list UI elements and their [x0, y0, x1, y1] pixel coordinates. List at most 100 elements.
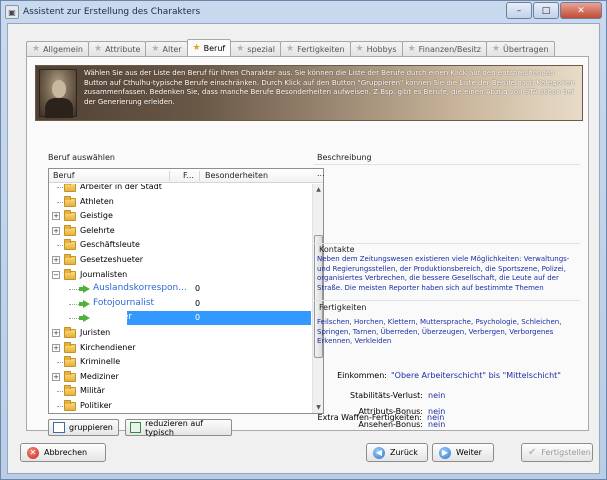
tab-allgemein[interactable]: ★ Allgemein — [26, 41, 90, 56]
folder-icon — [64, 356, 76, 368]
scroll-up-icon[interactable]: ▲ — [313, 184, 324, 195]
profession-arrow-icon — [79, 285, 90, 294]
reduce-button-label: reduzieren auf typisch — [145, 418, 204, 437]
tab-label: Finanzen/Besitz — [418, 44, 481, 54]
tree-profession-item[interactable]: Auslandskorrespon... 0 — [49, 282, 311, 297]
description-label: Beschreibung — [317, 153, 372, 162]
column-header-beruf[interactable]: Beruf — [53, 171, 75, 180]
profession-tree[interactable]: Beruf F... Besonderheiten Arbeiter in de… — [48, 168, 324, 414]
expand-icon[interactable]: + — [52, 256, 60, 264]
arrow-left-icon: ◀ — [373, 446, 385, 459]
tab-alter[interactable]: ★ Alter — [145, 41, 188, 56]
tree-item-label: Juristen — [80, 328, 111, 337]
tab-fertigkeiten[interactable]: ★ Fertigkeiten — [280, 41, 351, 56]
tree-item-label: Geistige — [80, 211, 113, 221]
tab-label: Hobbys — [366, 44, 397, 54]
tree-category-item[interactable]: + Juristen — [49, 326, 311, 341]
column-header-besonderheiten[interactable]: Besonderheiten — [205, 171, 268, 180]
tree-category-item[interactable]: + Mediziner — [49, 370, 311, 385]
folder-icon — [64, 268, 76, 280]
tab-label: Allgemein — [43, 44, 84, 54]
finish-button-label: Fertigstellen — [541, 448, 591, 457]
tree-item-label: Fotojournalist — [93, 297, 155, 308]
tree-category-item[interactable]: Militär — [49, 384, 311, 399]
expand-icon[interactable]: + — [52, 343, 60, 352]
folder-icon — [64, 195, 76, 207]
tab-finanzen-besitz[interactable]: ★ Finanzen/Besitz — [401, 41, 487, 56]
maximize-button[interactable]: □ — [533, 2, 559, 19]
column-header-f[interactable]: F... — [183, 171, 194, 180]
group-button[interactable]: gruppieren — [48, 419, 119, 436]
tree-item-label: Kirchendiener — [80, 342, 136, 352]
tree-profession-item[interactable]: Fotojournalist 0 — [49, 297, 311, 312]
tree-item-label: Kriminelle — [80, 357, 121, 367]
tree-category-item[interactable]: Geschäftsleute — [49, 238, 311, 253]
tab-label: Beruf — [203, 43, 226, 53]
checkmark-icon: ✔ — [528, 447, 537, 458]
tab-hobbys[interactable]: ★ Hobbys — [349, 41, 403, 56]
tree-item-value: 0 — [195, 284, 201, 294]
tree-profession-item[interactable]: Reporter 0 — [49, 311, 311, 326]
filter-icon — [130, 422, 142, 433]
star-icon: ★ — [491, 43, 501, 54]
back-button[interactable]: ◀ Zurück — [366, 443, 428, 462]
tree-category-item[interactable]: Athleten — [49, 195, 311, 210]
tree-category-item[interactable]: − Journalisten — [49, 268, 311, 283]
expand-icon[interactable]: + — [52, 212, 60, 221]
profession-arrow-icon — [79, 299, 90, 308]
tree-category-item[interactable]: Politiker — [49, 399, 311, 413]
close-button[interactable]: ✕ — [560, 2, 602, 19]
tab-uebertragen[interactable]: ★ Übertragen — [485, 41, 555, 56]
banner-text: Wählen Sie aus der Liste den Beruf für I… — [84, 69, 575, 106]
cancel-button-label: Abbrechen — [44, 448, 88, 457]
reduce-typical-button[interactable]: reduzieren auf typisch — [125, 418, 232, 437]
title-bar[interactable]: ▣ Assistent zur Erstellung des Charakter… — [1, 1, 606, 23]
tree-category-item[interactable]: + Gelehrte — [49, 224, 311, 239]
collapse-icon[interactable]: − — [52, 270, 60, 279]
tree-category-item[interactable]: + Geistige — [49, 209, 311, 224]
folder-icon — [64, 254, 76, 265]
arrow-right-icon: ▶ — [439, 446, 451, 459]
minimize-button[interactable]: – — [506, 2, 532, 19]
next-button[interactable]: ▶ Weiter — [432, 443, 494, 462]
folder-icon — [64, 400, 76, 411]
skills-label: Fertigkeiten — [319, 303, 367, 312]
star-icon: ★ — [407, 43, 416, 54]
tab-page-beruf: Wählen Sie aus der Liste den Beruf für I… — [26, 56, 589, 437]
stability-loss-label: Stabilitäts-Verlust: — [350, 391, 423, 400]
expand-icon[interactable]: + — [52, 329, 60, 337]
expand-icon[interactable]: + — [52, 372, 60, 381]
star-icon: ★ — [286, 43, 295, 54]
income-label: Einkommen: — [337, 371, 387, 380]
tree-item-label: Arbeiter in der Stadt — [80, 184, 162, 191]
star-icon: ★ — [94, 43, 103, 54]
tree-category-item[interactable]: Arbeiter in der Stadt — [49, 184, 311, 195]
wizard-window: ▣ Assistent zur Erstellung des Charakter… — [0, 0, 607, 480]
tab-spezial[interactable]: ★ spezial — [230, 41, 282, 56]
client-area: ★ Allgemein ★ Attribute ★ Alter ★ Beruf ★ spe… — [7, 23, 600, 474]
group-icon — [53, 422, 65, 433]
tab-attribute[interactable]: ★ Attribute — [88, 41, 147, 56]
info-banner: Wählen Sie aus der Liste den Beruf für I… — [35, 65, 583, 121]
next-button-label: Weiter — [456, 448, 482, 457]
window-title: Assistent zur Erstellung des Charakters — [23, 7, 201, 17]
star-icon: ★ — [32, 43, 41, 54]
tab-beruf[interactable]: ★ Beruf — [186, 39, 232, 56]
app-icon: ▣ — [5, 5, 19, 19]
cancel-button[interactable]: ✕ Abbrechen — [20, 443, 106, 462]
expand-icon[interactable]: + — [52, 226, 60, 235]
tree-item-label: Gelehrte — [80, 225, 115, 235]
tab-label: spezial — [247, 44, 276, 54]
stability-loss-value: nein — [428, 391, 446, 400]
tree-category-item[interactable]: Kriminelle — [49, 355, 311, 370]
tree-item-label: Gesetzeshueter — [80, 255, 144, 264]
star-icon: ★ — [236, 43, 245, 54]
tree-category-item[interactable]: + Gesetzeshueter — [49, 253, 311, 268]
tree-item-label: Journalisten — [80, 269, 128, 279]
tab-label: Übertragen — [503, 44, 549, 54]
finish-button[interactable]: ✔ Fertigstellen — [521, 443, 593, 462]
tree-item-label: Mediziner — [80, 371, 119, 381]
tree-item-label: Politiker — [80, 401, 112, 410]
tree-category-item[interactable]: + Kirchendiener — [49, 341, 311, 356]
tree-item-label: Auslandskorrespon... — [93, 283, 187, 294]
